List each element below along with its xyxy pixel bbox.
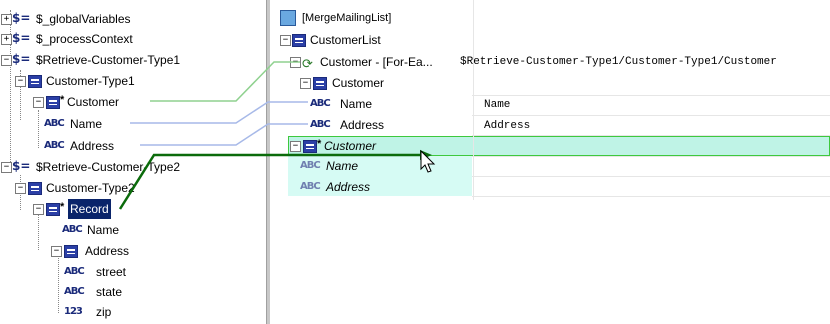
string-type-icon: ABC bbox=[310, 119, 331, 130]
target-item-name-new[interactable]: ABC Name bbox=[280, 156, 480, 176]
tree-item-label: Address bbox=[340, 118, 385, 132]
source-tree-panel: + $= $_globalVariables + $= $_processCon… bbox=[0, 0, 238, 324]
target-item-name[interactable]: ABC Name bbox=[280, 94, 480, 114]
tree-item-label: zip bbox=[96, 305, 112, 319]
variable-icon: $= bbox=[12, 159, 31, 173]
tree-item-label: state bbox=[96, 285, 123, 299]
collapse-icon[interactable]: − bbox=[290, 57, 301, 68]
target-item-customer[interactable]: − Customer bbox=[280, 73, 480, 93]
tree-item-label: Address bbox=[70, 139, 115, 153]
grid-line bbox=[472, 156, 830, 157]
tree-item-name[interactable]: ABC Name bbox=[0, 114, 238, 134]
record-icon bbox=[303, 140, 317, 153]
variable-icon: $= bbox=[12, 11, 31, 25]
collapse-icon[interactable]: − bbox=[15, 76, 26, 87]
grid-line bbox=[472, 176, 830, 177]
record-icon bbox=[46, 203, 60, 216]
grid-line bbox=[472, 196, 830, 197]
tree-item-customer-type1[interactable]: − Customer-Type1 bbox=[0, 71, 238, 91]
string-type-icon: ABC bbox=[64, 266, 85, 277]
foreach-expression-field[interactable]: $Retrieve-Customer-Type1/Customer-Type1/… bbox=[460, 52, 830, 72]
target-item-customer-list[interactable]: − CustomerList bbox=[280, 30, 680, 50]
tree-item-global-variables[interactable]: + $= $_globalVariables bbox=[0, 9, 238, 29]
tree-item-label: Name bbox=[87, 223, 120, 237]
tree-item-process-context[interactable]: + $= $_processContext bbox=[0, 29, 238, 49]
tree-item-customer[interactable]: − * Customer bbox=[0, 92, 238, 112]
tree-item-label: Customer bbox=[332, 76, 385, 90]
tree-item-label: $_globalVariables bbox=[36, 12, 131, 26]
tree-item-label: Customer-Type1 bbox=[46, 74, 135, 88]
tree-item-label: Customer bbox=[324, 139, 377, 153]
collapse-icon[interactable]: − bbox=[290, 141, 301, 152]
collapse-icon[interactable]: − bbox=[300, 78, 311, 89]
number-type-icon: 123 bbox=[64, 306, 83, 317]
loop-icon: ⟳ bbox=[302, 56, 313, 71]
splitter-bar[interactable] bbox=[266, 0, 270, 324]
tree-item-label-selected: Record bbox=[68, 199, 111, 219]
tree-item-record-address[interactable]: − Address bbox=[0, 241, 238, 261]
record-icon bbox=[28, 75, 42, 88]
collapse-icon[interactable]: − bbox=[1, 162, 12, 173]
collapse-icon[interactable]: − bbox=[280, 35, 291, 46]
string-type-icon: ABC bbox=[300, 160, 321, 171]
tree-item-label: Address bbox=[85, 244, 130, 258]
address-expression-field[interactable]: Address bbox=[484, 116, 824, 136]
tree-item-address[interactable]: ABC Address bbox=[0, 136, 238, 156]
tree-item-customer-type2[interactable]: − Customer-Type2 bbox=[0, 178, 238, 198]
record-icon bbox=[64, 245, 78, 258]
collapse-icon[interactable]: − bbox=[15, 183, 26, 194]
tree-item-label: Customer - [For-Ea... bbox=[320, 55, 433, 69]
record-icon bbox=[313, 77, 327, 90]
string-type-icon: ABC bbox=[64, 286, 85, 297]
tree-item-label: $_processContext bbox=[36, 32, 133, 46]
tree-item-label: CustomerList bbox=[310, 33, 381, 47]
collapse-icon[interactable]: − bbox=[51, 246, 62, 257]
expand-icon[interactable]: + bbox=[1, 14, 12, 25]
variable-icon: $= bbox=[12, 52, 31, 66]
tree-item-label: $Retrieve-Customer-Type2 bbox=[36, 160, 181, 174]
tree-item-record[interactable]: − * Record bbox=[0, 199, 238, 219]
string-type-icon: ABC bbox=[310, 98, 331, 109]
tree-item-label: Address bbox=[326, 180, 371, 194]
string-type-icon: ABC bbox=[44, 140, 65, 151]
target-item-address[interactable]: ABC Address bbox=[280, 115, 480, 135]
tree-item-label: $Retrieve-Customer-Type1 bbox=[36, 53, 181, 67]
expand-icon[interactable]: + bbox=[1, 34, 12, 45]
string-type-icon: ABC bbox=[62, 224, 83, 235]
tree-item-zip[interactable]: 123 zip bbox=[0, 302, 238, 322]
tree-item-label: Customer bbox=[67, 95, 120, 109]
tree-item-label: [MergeMailingList] bbox=[302, 12, 392, 24]
tree-item-label: Name bbox=[326, 159, 359, 173]
collapse-icon[interactable]: − bbox=[1, 55, 12, 66]
record-icon bbox=[292, 34, 306, 47]
panel-splitter[interactable] bbox=[238, 0, 270, 324]
target-item-customer-drop[interactable]: − * Customer bbox=[280, 136, 480, 156]
required-icon: * bbox=[60, 94, 65, 106]
tree-item-label: Name bbox=[70, 117, 103, 131]
required-icon: * bbox=[60, 201, 65, 213]
collapse-icon[interactable]: − bbox=[33, 97, 44, 108]
required-icon: * bbox=[317, 138, 322, 150]
target-root-merge-mailing-list[interactable]: [MergeMailingList] bbox=[280, 8, 680, 28]
tree-item-label: Customer-Type2 bbox=[46, 181, 135, 195]
tree-item-state[interactable]: ABC state bbox=[0, 282, 238, 302]
tree-item-label: street bbox=[96, 265, 127, 279]
tree-item-street[interactable]: ABC street bbox=[0, 262, 238, 282]
tree-item-label: Name bbox=[340, 97, 373, 111]
tree-item-retrieve-type2[interactable]: − $= $Retrieve-Customer-Type2 bbox=[0, 157, 238, 177]
process-icon bbox=[280, 10, 296, 26]
variable-icon: $= bbox=[12, 31, 31, 45]
record-icon bbox=[28, 182, 42, 195]
tree-item-retrieve-type1[interactable]: − $= $Retrieve-Customer-Type1 bbox=[0, 50, 238, 70]
target-item-address-new[interactable]: ABC Address bbox=[280, 177, 480, 197]
string-type-icon: ABC bbox=[300, 181, 321, 192]
record-icon bbox=[46, 96, 60, 109]
name-expression-field[interactable]: Name bbox=[484, 95, 824, 115]
string-type-icon: ABC bbox=[44, 118, 65, 129]
tree-item-record-name[interactable]: ABC Name bbox=[0, 220, 238, 240]
collapse-icon[interactable]: − bbox=[33, 204, 44, 215]
